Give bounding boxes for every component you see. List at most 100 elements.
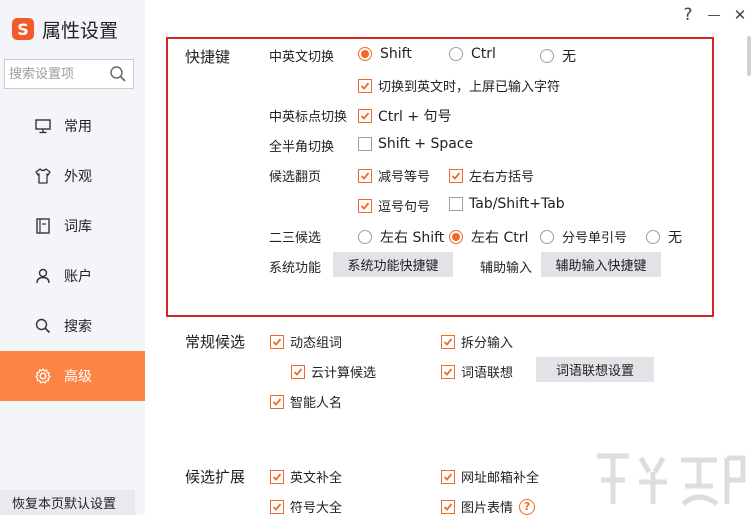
user-icon [34,267,52,285]
radio-none[interactable]: 无 [540,46,576,66]
radio-indicator[interactable] [449,230,463,244]
checkbox-indicator[interactable] [358,168,372,183]
radio-indicator[interactable] [646,230,660,244]
radio-none-2[interactable]: 无 [646,227,682,247]
checkbox-indicator[interactable] [358,109,372,123]
option-label: 图片表情 [461,501,514,515]
section-title-extension: 候选扩展 [185,468,246,486]
check-icon [360,112,370,120]
sidebar-item-common[interactable]: 常用 [0,101,145,151]
checkbox-image-emoji[interactable]: 图片表情 ? [441,497,536,515]
system-label: 系统功能 [269,261,322,276]
scrollbar[interactable] [745,32,753,515]
shirt-icon [34,167,52,185]
option-label: 逗号句号 [378,200,431,215]
option-label: 英文补全 [290,471,343,486]
check-icon [272,472,282,481]
option-label: 分号单引号 [562,231,628,246]
checkbox-smart-names[interactable]: 智能人名 [270,392,342,411]
option-label: 切换到英文时，上屏已输入字符 [378,80,561,95]
checkbox-indicator[interactable] [441,469,455,484]
checkbox-symbols[interactable]: 符号大全 [270,497,342,515]
option-label: 云计算候选 [311,366,377,381]
page-turn-label: 候选翻页 [269,170,322,185]
sidebar-item-account[interactable]: 账户 [0,251,145,301]
radio-indicator[interactable] [358,47,372,61]
punct-switch-label: 中英标点切换 [269,110,348,125]
checkbox-indicator[interactable] [270,394,284,409]
checkbox-indicator[interactable] [441,334,455,349]
option-label: 词语联想 [461,366,514,381]
sidebar-item-label: 高级 [64,369,92,385]
checkbox-indicator[interactable] [441,364,455,379]
radio-ctrl-lr[interactable]: 左右 Ctrl [449,227,528,247]
help-icon[interactable]: ? [675,1,701,29]
checkbox-minus-equal[interactable]: 减号等号 [358,166,430,185]
option-label: Shift + Space [378,136,474,152]
checkbox-english-complete[interactable]: 英文补全 [270,467,342,486]
checkbox-indicator[interactable] [449,168,463,183]
checkbox-split-input[interactable]: 拆分输入 [441,332,513,351]
checkbox-indicator[interactable] [358,78,372,93]
search-box[interactable] [4,59,134,89]
checkbox-tab[interactable]: Tab/Shift+Tab [449,196,565,212]
radio-indicator[interactable] [449,47,463,61]
checkbox-indicator[interactable] [270,334,284,349]
radio-indicator[interactable] [540,49,554,63]
settings-window: S 属性设置 常用 外观 [0,0,753,515]
monitor-icon [34,117,52,135]
checkbox-brackets[interactable]: 左右方括号 [449,166,534,185]
system-shortcut-button[interactable]: 系统功能快捷键 [333,252,453,277]
section-title-general: 常规候选 [185,333,246,351]
checkbox-indicator[interactable] [270,499,284,514]
checkbox-dynamic-phrase[interactable]: 动态组词 [270,332,342,351]
checkbox-indicator[interactable] [270,469,284,484]
radio-indicator[interactable] [358,230,372,244]
checkbox-ctrl-period[interactable]: Ctrl + 句号 [358,106,452,126]
width-switch-label: 全半角切换 [269,140,335,155]
search-icon[interactable] [109,65,127,83]
radio-indicator[interactable] [540,229,554,244]
option-label: 智能人名 [290,396,343,411]
check-icon [360,201,370,210]
option-label: 左右 Ctrl [471,230,529,246]
sidebar-item-lexicon[interactable]: 词库 [0,201,145,251]
section-title-shortcuts: 快捷键 [185,48,231,66]
sidebar-item-label: 词库 [64,219,92,235]
sidebar-item-search[interactable]: 搜索 [0,301,145,351]
reset-defaults-button[interactable]: 恢复本页默认设置 [0,490,135,515]
option-label: 无 [668,230,682,246]
sidebar-item-label: 账户 [64,269,92,285]
checkbox-shift-space[interactable]: Shift + Space [358,136,473,152]
checkbox-comma-period[interactable]: 逗号句号 [358,196,430,215]
assist-label: 辅助输入 [480,261,533,276]
checkbox-indicator[interactable] [441,499,455,514]
checkbox-url-email-complete[interactable]: 网址邮箱补全 [441,467,539,486]
checkbox-cloud-candidate[interactable]: 云计算候选 [291,362,376,381]
option-label: Shift [380,46,412,62]
radio-ctrl[interactable]: Ctrl [449,46,496,62]
assist-shortcut-button[interactable]: 辅助输入快捷键 [541,252,661,277]
help-icon[interactable]: ? [519,498,536,515]
radio-shift-lr[interactable]: 左右 Shift [358,227,444,247]
checkbox-indicator[interactable] [449,197,463,211]
checkbox-commit-on-switch[interactable]: 切换到英文时，上屏已输入字符 [358,76,560,95]
checkbox-indicator[interactable] [291,364,305,379]
sidebar-item-advanced[interactable]: 高级 [0,351,145,401]
radio-shift[interactable]: Shift [358,46,412,62]
checkbox-word-assoc[interactable]: 词语联想 [441,362,513,381]
word-assoc-settings-button[interactable]: 词语联想设置 [536,357,654,382]
check-icon [272,337,282,346]
radio-semicolon-quote[interactable]: 分号单引号 [540,227,627,246]
checkbox-indicator[interactable] [358,198,372,213]
minimize-button[interactable]: — [701,1,727,29]
checkbox-indicator[interactable] [358,137,372,151]
gear-icon [34,367,52,385]
sogou-logo-icon: S [12,18,34,40]
sidebar-item-appearance[interactable]: 外观 [0,151,145,201]
search-input[interactable] [5,61,105,87]
close-button[interactable]: ✕ [727,1,753,29]
app-header: S 属性设置 [12,14,118,44]
scrollbar-thumb[interactable] [747,36,751,76]
search-icon [34,317,52,335]
